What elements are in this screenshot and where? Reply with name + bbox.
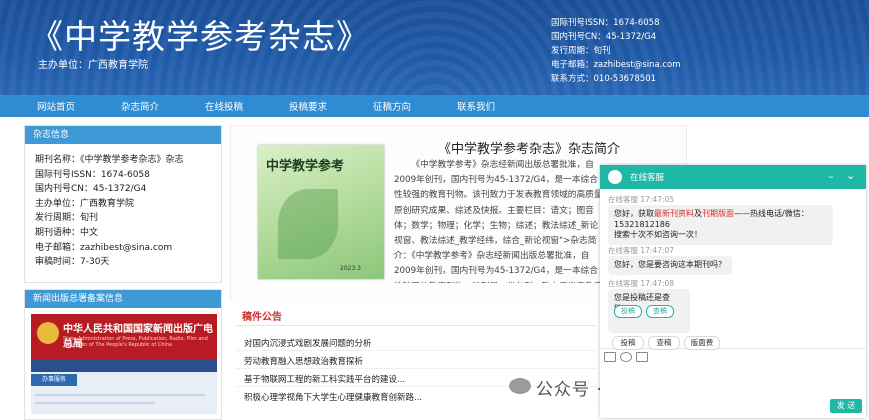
gov-banner-subtitle: State Administration of Press, Publicati… [63,336,208,348]
header-info: 国际刊号ISSN：1674-6058 国内刊号CN：45-1372/G4 发行周… [551,16,681,86]
message-meta: 在线客服 17:47:07 [608,246,675,255]
quick-reply-submit[interactable]: 投稿 [614,305,642,318]
send-button[interactable]: 发 送 [830,399,862,413]
notice-title: 稿件公告 [242,312,282,323]
chat-widget: 在线客服 – ⌄ 在线客服 17:47:05 您好，获取最新刊资料及刊期版面——… [600,165,866,418]
minimize-icon[interactable]: – [828,170,834,183]
header-info-phone: 联系方式：010-53678501 [551,74,657,84]
info-row: 主办单位：广西教育学院 [35,198,135,209]
cover-year: 2023.3 [340,265,361,272]
gov-record-panel: 新闻出版总署备案信息 中华人民共和国国家新闻出版广电总局 State Admin… [24,289,222,420]
notice-item[interactable]: 对国内沉浸式戏剧发展问题的分析 [244,337,372,349]
chat-line: 15321812186 [614,219,670,229]
chat-bubble: 您好，获取最新刊资料及刊期版面——热线电话/微信： 15321812186 搜索… [608,205,833,245]
site-sponsor: 主办单位：广西教育学院 [38,60,148,71]
quick-reply-check[interactable]: 查稿 [646,305,674,318]
message-meta: 在线客服 17:47:08 [608,279,675,288]
info-row: 电子邮箱：zazhibest@sina.com [35,242,173,253]
info-row: 期刊名称：《中学教学参考杂志》杂志 [35,155,184,165]
gov-website-image[interactable]: 中华人民共和国国家新闻出版广电总局 State Administration o… [31,314,217,414]
notice-divider [236,325,596,326]
option-page-fee[interactable]: 版面费 [684,336,720,350]
gov-text-line [35,394,205,396]
notice-divider [236,350,596,351]
chat-line: 搜索十次不如咨询一次！ [614,230,702,239]
chat-line: 您好，获取最新刊资料及刊期版面——热线电话/微信： [614,209,809,218]
journal-info-panel: 杂志信息 期刊名称：《中学教学参考杂志》杂志 国际刊号ISSN：1674-605… [24,125,222,283]
cover-title: 中学教学参考 [266,159,345,174]
info-row: 国内刊号CN：45-1372/G4 [35,184,147,195]
nav-home[interactable]: 网站首页 [37,99,75,113]
notice-item[interactable]: 劳动教育融入思想政治教育探析 [244,355,363,367]
wechat-icon [509,378,531,394]
chat-title: 在线客服 [630,173,665,183]
option-check[interactable]: 查稿 [648,336,680,350]
notice-item[interactable]: 积极心理学视角下大学生心理健康教育创新路... [244,391,422,403]
gov-record-title: 新闻出版总署备案信息 [25,290,221,308]
main-nav: 网站首页 杂志简介 在线投稿 投稿要求 征稿方向 联系我们 [0,95,869,117]
gov-text-line [35,402,155,404]
national-emblem-icon [37,322,59,344]
highlight-text: 最新刊资料 [654,209,694,218]
screenshot-icon[interactable] [636,352,648,362]
nav-directions[interactable]: 征稿方向 [373,99,411,113]
nav-about[interactable]: 杂志简介 [121,99,159,113]
nav-submit[interactable]: 在线投稿 [205,99,243,113]
nav-contact[interactable]: 联系我们 [457,99,495,113]
info-row: 国际刊号ISSN：1674-6058 [35,169,150,180]
gov-nav-bar [31,360,217,372]
emoji-icon[interactable] [620,352,632,362]
header-info-cn: 国内刊号CN：45-1372/G4 [551,32,657,42]
intro-text: 《中学教学参考》杂志经新闻出版总署批准，自2009年创刊，国内刊号为45-137… [394,160,603,283]
gov-banner: 中华人民共和国国家新闻出版广电总局 State Administration o… [31,314,217,360]
header-info-issn: 国际刊号ISSN：1674-6058 [551,18,660,28]
message-meta: 在线客服 17:47:05 [608,195,675,204]
site-title: 《中学教学参考杂志》 [30,17,370,56]
info-row: 发行周期：旬刊 [35,213,99,224]
nav-requirements[interactable]: 投稿要求 [289,99,327,113]
chat-header: 在线客服 – ⌄ [600,165,866,189]
info-row: 期刊语种：中文 [35,227,99,238]
close-icon[interactable]: ⌄ [846,169,855,182]
journal-cover-image: 中学教学参考 2023.3 [258,145,384,279]
header-info-cycle: 发行周期：旬刊 [551,46,611,56]
site-header: 《中学教学参考杂志》 主办单位：广西教育学院 国际刊号ISSN：1674-605… [0,0,869,95]
chat-line: 您好，您是要咨询这本期刊吗？ [614,260,726,269]
service-avatar-icon [608,170,622,184]
notice-item[interactable]: 基于物联网工程的新工科实践平台的建设... [244,373,405,385]
option-submit[interactable]: 投稿 [612,336,644,350]
image-icon[interactable] [604,352,616,362]
gov-service-badge: 办事服务 [31,374,77,386]
header-info-email: 电子邮箱：zazhibest@sina.com [551,60,681,70]
info-row: 审稿时间：7-30天 [35,257,110,268]
journal-info-title: 杂志信息 [25,126,221,144]
chat-bubble: 您好，您是要咨询这本期刊吗？ [608,256,732,275]
highlight-text: 刊期版面 [702,209,734,218]
intro-title: 《中学教学参考杂志》杂志简介 [438,142,621,157]
cover-leaf-graphic [278,189,338,259]
notice-divider [236,368,596,369]
